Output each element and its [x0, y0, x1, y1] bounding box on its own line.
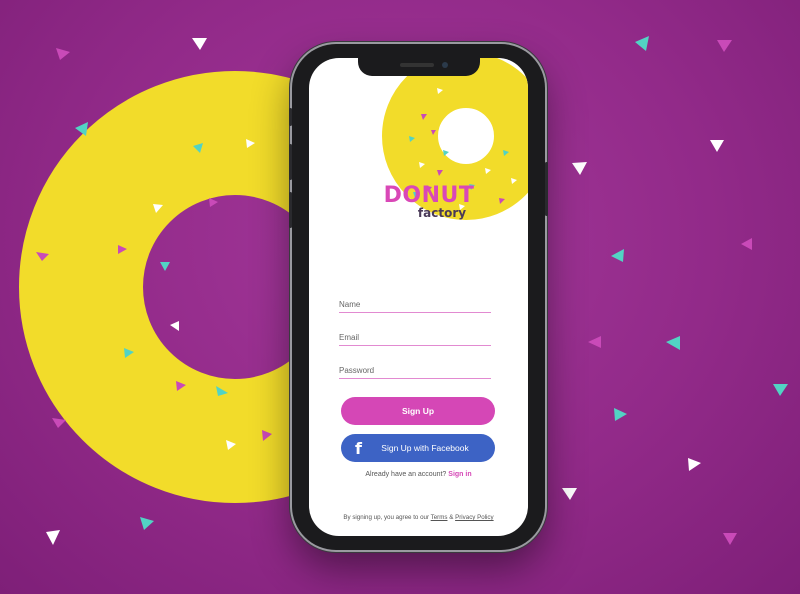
phone-screen: DONUT factory Sign Up f Sign Up with Fac… — [309, 58, 528, 536]
sprinkle — [611, 249, 624, 262]
sprinkle — [710, 140, 724, 152]
sprinkle — [192, 38, 207, 50]
sprinkle — [588, 336, 601, 348]
signup-button[interactable]: Sign Up — [341, 397, 495, 425]
sprinkle — [717, 40, 732, 52]
volume-up-button — [289, 144, 292, 180]
sprinkle — [666, 336, 680, 350]
sprinkle — [635, 36, 649, 51]
sprinkle — [572, 162, 587, 175]
legal-prefix: By signing up, you agree to our — [343, 514, 430, 521]
header-donut — [382, 58, 528, 220]
speaker-icon — [399, 63, 434, 67]
signin-prompt-text: Already have an account? — [365, 471, 447, 478]
password-input[interactable] — [339, 366, 491, 375]
sprinkle — [562, 488, 577, 500]
name-input[interactable] — [339, 300, 491, 309]
camera-icon — [441, 62, 448, 68]
sprinkle — [46, 530, 60, 545]
brand-subtitle: factory — [417, 206, 467, 220]
sprinkle — [140, 517, 154, 530]
terms-link[interactable]: Terms — [431, 514, 448, 521]
email-field — [339, 327, 491, 346]
sprinkle — [56, 48, 70, 60]
sprinkle — [688, 458, 701, 471]
legal-amp: & — [449, 514, 454, 521]
facebook-signup-button[interactable]: f Sign Up with Facebook — [341, 434, 495, 462]
sprinkle — [160, 262, 170, 271]
volume-down-button — [289, 192, 292, 228]
mute-switch — [289, 108, 292, 126]
sprinkle — [170, 321, 179, 331]
signin-prompt: Already have an account? Sign in — [309, 471, 528, 478]
facebook-icon: f — [355, 439, 362, 458]
signin-link[interactable]: Sign in — [448, 471, 471, 478]
sprinkle — [773, 384, 788, 396]
password-field — [339, 360, 491, 379]
sprinkle — [723, 533, 737, 545]
sprinkle — [75, 122, 88, 136]
power-button — [545, 162, 548, 216]
privacy-link[interactable]: Privacy Policy — [455, 514, 494, 521]
name-field — [339, 294, 491, 313]
email-input[interactable] — [339, 333, 491, 342]
sprinkle — [52, 418, 66, 428]
legal-notice: By signing up, you agree to our Terms & … — [309, 514, 528, 521]
sprinkle — [443, 150, 449, 156]
brand-logo: DONUT factory — [369, 183, 489, 221]
phone-mockup: DONUT factory Sign Up f Sign Up with Fac… — [289, 44, 548, 550]
sprinkle — [209, 198, 218, 207]
brand-title: DONUT — [383, 183, 475, 208]
sprinkle — [741, 238, 752, 250]
phone-notch — [357, 58, 480, 76]
facebook-signup-label: Sign Up with Facebook — [381, 443, 469, 453]
sprinkle — [614, 408, 627, 421]
